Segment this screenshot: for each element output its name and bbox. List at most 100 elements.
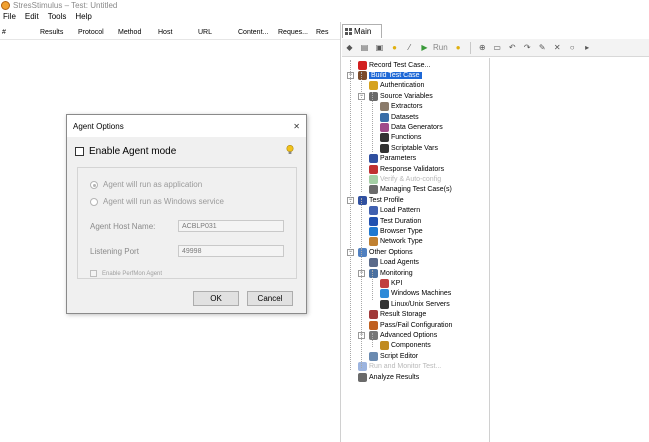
pencil-icon[interactable]: ✎ bbox=[537, 42, 548, 53]
function-icon bbox=[380, 133, 389, 143]
tree-item-authentication[interactable]: Authentication bbox=[369, 81, 424, 91]
tree-item-label: Other Options bbox=[369, 248, 413, 256]
toolbar-separator bbox=[469, 41, 471, 54]
menu-help[interactable]: Help bbox=[72, 11, 97, 23]
radio-button[interactable] bbox=[90, 180, 98, 189]
menu-edit[interactable]: Edit bbox=[22, 11, 45, 23]
tree-item-linux-unix-servers[interactable]: Linux/Unix Servers bbox=[380, 299, 450, 309]
tree-item-windows-machines[interactable]: Windows Machines bbox=[380, 289, 451, 299]
run-as-application-radio[interactable]: Agent will run as application bbox=[90, 180, 202, 189]
dataset-icon bbox=[380, 112, 389, 122]
bulb-outline-icon[interactable]: ○ bbox=[567, 42, 578, 53]
tree-item-test-duration[interactable]: Test Duration bbox=[369, 216, 421, 226]
manage-icon bbox=[369, 185, 378, 195]
agents-icon bbox=[369, 258, 378, 268]
tree-item-datasets[interactable]: Datasets bbox=[380, 112, 419, 122]
radio-button[interactable] bbox=[90, 197, 98, 206]
tree-item-build-test-case[interactable]: Build Test Case bbox=[358, 70, 422, 80]
tree-item-label: Record Test Case... bbox=[369, 61, 431, 69]
splitter[interactable] bbox=[340, 22, 341, 442]
load-pattern-icon bbox=[369, 206, 378, 216]
window-icon[interactable]: ▭ bbox=[492, 42, 503, 53]
tree-item-verify-auto-config[interactable]: Verify & Auto-config bbox=[369, 174, 441, 184]
column-header-request[interactable]: Reques... bbox=[276, 26, 314, 39]
hint-icon[interactable]: ● bbox=[453, 42, 464, 53]
column-header-method[interactable]: Method bbox=[116, 26, 156, 39]
validator-icon bbox=[369, 164, 378, 174]
enable-agent-mode-checkbox[interactable]: Enable Agent mode bbox=[75, 146, 176, 157]
generator-icon bbox=[380, 122, 389, 132]
undo-icon[interactable]: ↶ bbox=[507, 42, 518, 53]
tree-item-label: Authentication bbox=[380, 82, 425, 90]
tree-item-label: Test Duration bbox=[380, 217, 422, 225]
tree-item-label: Build Test Case bbox=[369, 71, 422, 79]
more-icon[interactable]: ▸ bbox=[582, 42, 593, 53]
menu-tools[interactable]: Tools bbox=[45, 11, 73, 23]
column-header-url[interactable]: URL bbox=[196, 26, 236, 39]
agent-settings-group: Agent will run as application Agent will… bbox=[77, 167, 297, 279]
tree-item-label: Datasets bbox=[391, 113, 419, 121]
column-header-results[interactable]: Results bbox=[38, 26, 76, 39]
passfail-icon bbox=[369, 320, 378, 330]
tree-item-analyze-results[interactable]: Analyze Results bbox=[358, 372, 419, 382]
tree-item-label: Windows Machines bbox=[391, 290, 452, 298]
tree-item-scriptable-vars[interactable]: Scriptable Vars bbox=[380, 143, 438, 153]
column-header-number[interactable]: # bbox=[0, 26, 38, 39]
tree-item-test-profile[interactable]: Test Profile bbox=[358, 195, 404, 205]
tree-item-response-validators[interactable]: Response Validators bbox=[369, 164, 444, 174]
tree-item-network-type[interactable]: Network Type bbox=[369, 237, 423, 247]
grid-icon bbox=[345, 28, 352, 35]
cancel-button[interactable]: Cancel bbox=[247, 291, 293, 306]
tree-item-run-and-monitor-test[interactable]: Run and Monitor Test... bbox=[358, 362, 441, 372]
tree-item-label: Load Agents bbox=[380, 259, 419, 267]
tree-item-browser-type[interactable]: Browser Type bbox=[369, 226, 423, 236]
wand-icon[interactable]: ⁄ bbox=[404, 42, 415, 53]
tree-item-record-test-case[interactable]: Record Test Case... bbox=[358, 60, 430, 70]
delete-icon[interactable]: ✕ bbox=[552, 42, 563, 53]
column-header-content[interactable]: Content... bbox=[236, 26, 276, 39]
run-as-service-radio[interactable]: Agent will run as Windows service bbox=[90, 197, 224, 206]
tree-item-label: Components bbox=[391, 342, 431, 350]
checkbox-box[interactable] bbox=[90, 270, 97, 277]
tree-item-kpi[interactable]: KPI bbox=[380, 278, 402, 288]
tree-item-components[interactable]: Components bbox=[380, 341, 431, 351]
tree-item-pass-fail-configuration[interactable]: Pass/Fail Configuration bbox=[369, 320, 452, 330]
menu-file[interactable]: File bbox=[0, 11, 22, 23]
run-button[interactable]: Run bbox=[433, 43, 448, 52]
tree-item-data-generators[interactable]: Data Generators bbox=[380, 122, 443, 132]
tree-item-load-pattern[interactable]: Load Pattern bbox=[369, 206, 420, 216]
tree-item-functions[interactable]: Functions bbox=[380, 133, 421, 143]
ok-button[interactable]: OK bbox=[193, 291, 239, 306]
back-arrow-icon[interactable]: ◆ bbox=[344, 42, 355, 53]
tree-item-extractors[interactable]: Extractors bbox=[380, 102, 423, 112]
tree-item-managing-test-case-s[interactable]: Managing Test Case(s) bbox=[369, 185, 452, 195]
redo-icon[interactable]: ↷ bbox=[522, 42, 533, 53]
lightbulb-icon[interactable]: ● bbox=[389, 42, 400, 53]
tree-item-load-agents[interactable]: Load Agents bbox=[369, 258, 419, 268]
column-header-response[interactable]: Res bbox=[314, 26, 340, 39]
document-icon[interactable]: ▣ bbox=[374, 42, 385, 53]
tree-view-icon[interactable]: ▤ bbox=[359, 42, 370, 53]
tree-item-result-storage[interactable]: Result Storage bbox=[369, 310, 426, 320]
tree-item-label: Linux/Unix Servers bbox=[391, 300, 450, 308]
agent-host-name-input[interactable]: ACBLP031 bbox=[178, 220, 284, 232]
tree-item-monitoring[interactable]: Monitoring bbox=[369, 268, 413, 278]
lightbulb-icon[interactable] bbox=[286, 145, 294, 155]
tree-item-other-options[interactable]: Other Options bbox=[358, 247, 413, 257]
tab-main[interactable]: Main bbox=[342, 24, 382, 38]
listening-port-label: Listening Port bbox=[90, 247, 139, 256]
close-icon[interactable]: ✕ bbox=[293, 122, 300, 131]
checkbox-box[interactable] bbox=[75, 147, 84, 156]
tree-item-source-variables[interactable]: Source Variables bbox=[369, 91, 433, 101]
add-icon[interactable]: ⊕ bbox=[477, 42, 488, 53]
windows-icon bbox=[380, 289, 389, 299]
tree-item-script-editor[interactable]: Script Editor bbox=[369, 351, 418, 361]
tree-item-advanced-options[interactable]: Advanced Options bbox=[369, 330, 437, 340]
column-header-host[interactable]: Host bbox=[156, 26, 196, 39]
tree-item-parameters[interactable]: Parameters bbox=[369, 154, 416, 164]
test-tree: Record Test Case... − Build Test Case Authe… bbox=[342, 58, 490, 442]
enable-perfmon-checkbox[interactable]: Enable PerfMon Agent bbox=[90, 270, 162, 277]
column-header-protocol[interactable]: Protocol bbox=[76, 26, 116, 39]
listening-port-input[interactable]: 49998 bbox=[178, 245, 284, 257]
run-icon[interactable]: ▶ bbox=[419, 42, 430, 53]
